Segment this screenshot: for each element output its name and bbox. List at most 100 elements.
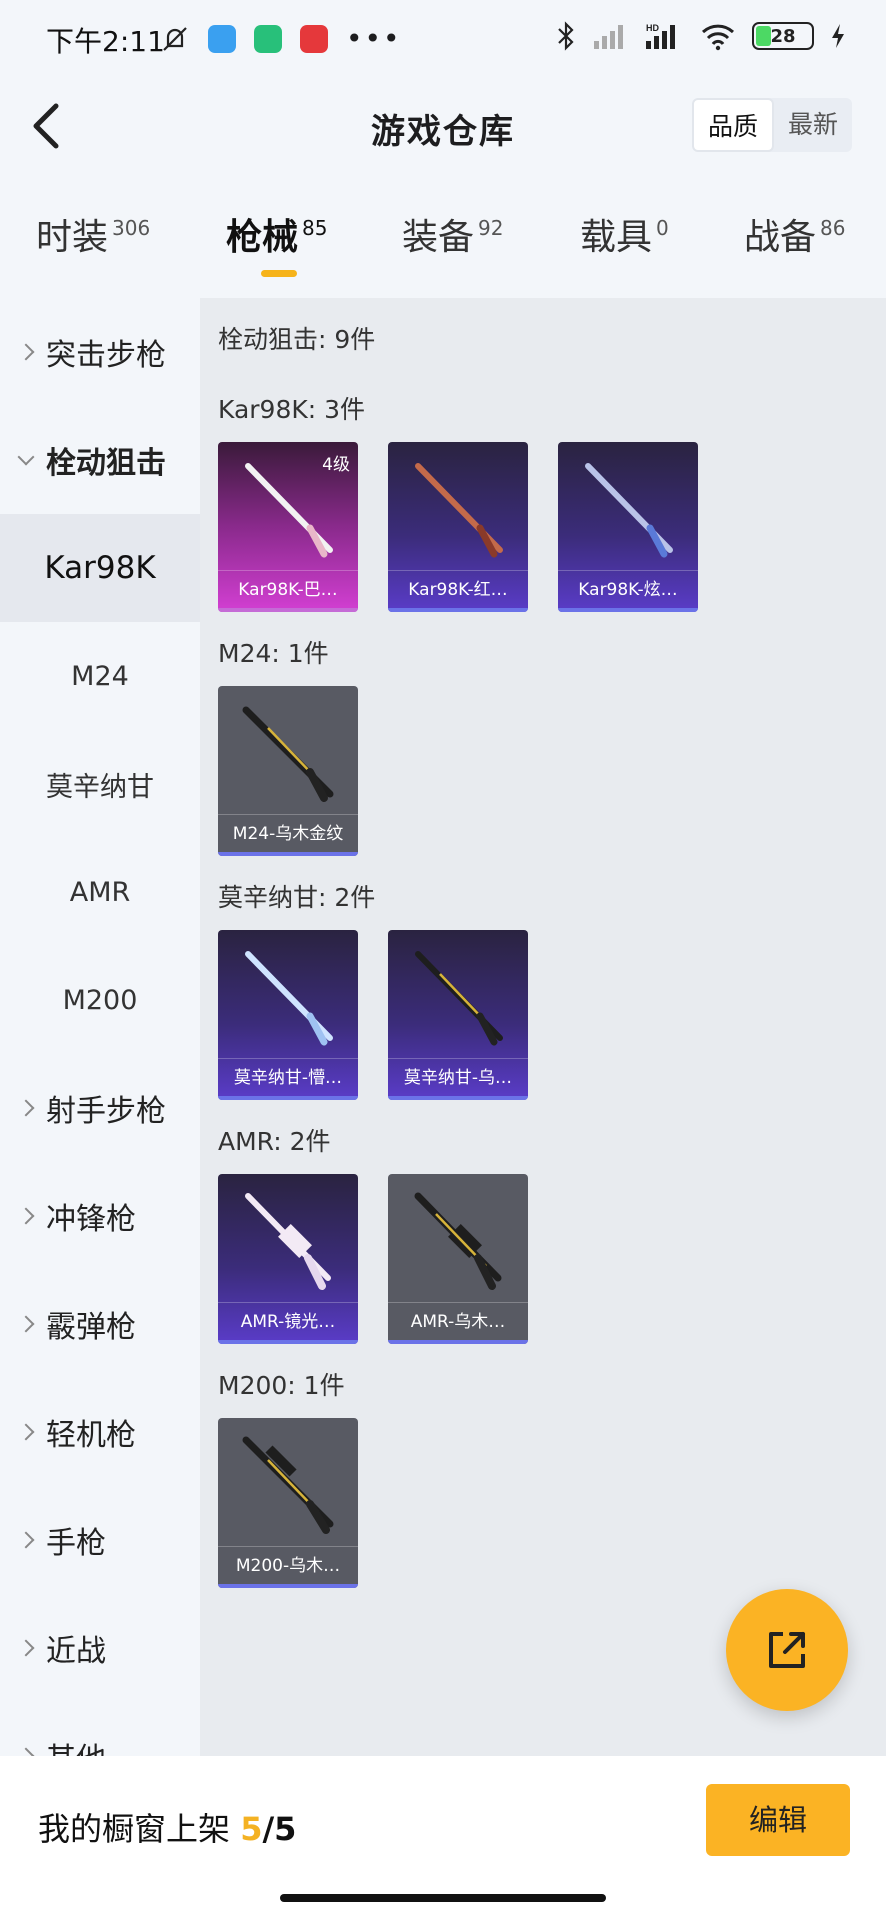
rarity-bar xyxy=(558,608,698,612)
sidebar-subitem-amr[interactable]: AMR xyxy=(0,838,200,946)
share-out-icon xyxy=(769,1632,805,1668)
bluetooth-icon xyxy=(558,21,574,51)
weapon-card[interactable]: AMR-镜光… xyxy=(218,1174,358,1344)
rarity-bar xyxy=(218,1340,358,1344)
more-dots-icon: ••• xyxy=(346,22,402,55)
share-button[interactable] xyxy=(726,1589,848,1711)
chevron-right-icon xyxy=(17,1747,35,1756)
wifi-icon xyxy=(701,24,735,51)
weapon-card[interactable]: 莫辛纳甘-懵… xyxy=(218,930,358,1100)
status-bar: 下午2:11 ••• HD 28 xyxy=(0,0,886,78)
page-header: 游戏仓库 品质 最新 xyxy=(0,78,886,174)
weapon-card[interactable]: M200-乌木… xyxy=(218,1418,358,1588)
level-badge: 4级 xyxy=(322,455,350,475)
tab-label: 战备 xyxy=(744,217,817,258)
rifle-icon xyxy=(414,1192,502,1290)
weapon-card[interactable]: AMR-乌木… xyxy=(388,1174,528,1344)
bottom-bar: 我的橱窗上架 5/5 编辑 xyxy=(0,1756,886,1920)
weapon-grid: 栓动狙击: 9件 Kar98K: 3件 4级 Kar98K-巴… Kar98K-… xyxy=(200,298,886,1756)
security-app-icon xyxy=(254,24,282,53)
sidebar-subitem-m200[interactable]: M200 xyxy=(0,946,200,1054)
sidebar-item-shotgun[interactable]: 霰弹枪 xyxy=(0,1270,200,1378)
sidebar-item-label: 射手步枪 xyxy=(46,1094,166,1129)
sidebar-item-label: 手枪 xyxy=(46,1526,106,1561)
chevron-right-icon xyxy=(17,1207,35,1225)
chevron-right-icon xyxy=(17,1639,35,1657)
tab-count: 306 xyxy=(112,216,151,240)
sidebar-item-assault-rifle[interactable]: 突击步枪 xyxy=(0,298,200,406)
status-notification-icons: ••• xyxy=(160,22,402,55)
weapon-name: M24-乌木金纹 xyxy=(218,814,358,852)
tab-count: 85 xyxy=(302,216,328,240)
group-title-kar98k: Kar98K: 3件 xyxy=(218,395,366,424)
rarity-bar xyxy=(218,1096,358,1100)
signal-icon xyxy=(594,25,623,49)
rarity-bar xyxy=(388,1096,528,1100)
sidebar-subitem-mosin[interactable]: 莫辛纳甘 xyxy=(0,730,200,838)
chevron-right-icon xyxy=(17,1315,35,1333)
weapon-card[interactable]: Kar98K-炫… xyxy=(558,442,698,612)
tab-equipment[interactable]: 装备 92 xyxy=(402,208,503,260)
rifle-icon xyxy=(585,463,673,558)
sidebar-subitem-kar98k[interactable]: Kar98K xyxy=(0,514,200,622)
home-indicator[interactable] xyxy=(280,1894,606,1902)
tab-label: 枪械 xyxy=(226,217,299,258)
rarity-bar xyxy=(218,1584,358,1588)
showcase-label: 我的橱窗上架 xyxy=(38,1810,231,1848)
status-system-icons: HD 28 xyxy=(556,20,846,52)
rifle-icon xyxy=(245,1193,331,1290)
weapon-name: AMR-乌木… xyxy=(388,1302,528,1340)
sidebar-item-melee[interactable]: 近战 xyxy=(0,1594,200,1702)
category-total: 栓动狙击: 9件 xyxy=(218,325,376,354)
tab-vehicles[interactable]: 载具 0 xyxy=(580,208,669,260)
sort-toggle: 品质 最新 xyxy=(691,98,852,152)
rifle-icon xyxy=(242,1436,334,1534)
rifle-icon xyxy=(245,951,333,1046)
weapon-card[interactable]: 4级 Kar98K-巴… xyxy=(218,442,358,612)
sidebar-item-marksman-rifle[interactable]: 射手步枪 xyxy=(0,1054,200,1162)
group-title-mosin: 莫辛纳甘: 2件 xyxy=(218,883,376,912)
charging-icon xyxy=(832,24,844,48)
wallet-app-icon xyxy=(208,24,236,53)
svg-text:HD: HD xyxy=(646,23,659,33)
sidebar-item-label: 轻机枪 xyxy=(46,1418,136,1453)
weapon-name: AMR-镜光… xyxy=(218,1302,358,1340)
sort-by-quality[interactable]: 品质 xyxy=(691,98,774,152)
showcase-status: 我的橱窗上架 5/5 xyxy=(38,1804,296,1850)
sort-by-latest[interactable]: 最新 xyxy=(774,98,852,152)
rifle-icon xyxy=(415,463,503,558)
rarity-bar xyxy=(388,608,528,612)
sidebar-item-smg[interactable]: 冲锋枪 xyxy=(0,1162,200,1270)
sidebar-item-label: AMR xyxy=(69,876,131,908)
tab-label: 时装 xyxy=(36,217,109,258)
sidebar-item-other[interactable]: 其他 xyxy=(0,1702,200,1756)
rarity-bar xyxy=(388,1340,528,1344)
tab-guns[interactable]: 枪械 85 xyxy=(226,208,327,260)
sidebar-item-label: 霰弹枪 xyxy=(46,1310,136,1345)
mute-icon xyxy=(163,26,187,51)
sidebar-item-pistol[interactable]: 手枪 xyxy=(0,1486,200,1594)
tab-outfits[interactable]: 时装 306 xyxy=(36,208,150,260)
sidebar-subitem-m24[interactable]: M24 xyxy=(0,622,200,730)
sidebar-item-lmg[interactable]: 轻机枪 xyxy=(0,1378,200,1486)
chevron-down-icon xyxy=(17,448,35,466)
rarity-bar xyxy=(218,608,358,612)
chevron-right-icon xyxy=(17,343,35,361)
group-title-m200: M200: 1件 xyxy=(218,1371,345,1400)
battery-icon: 28 xyxy=(752,22,814,50)
sidebar-item-bolt-sniper[interactable]: 栓动狙击 xyxy=(0,406,200,514)
battery-level: 28 xyxy=(770,25,796,47)
weapon-name: Kar98K-巴… xyxy=(218,570,358,608)
weapon-card[interactable]: Kar98K-红… xyxy=(388,442,528,612)
news-app-icon xyxy=(300,24,328,53)
sidebar-item-label: 近战 xyxy=(46,1634,106,1669)
showcase-total-count: /5 xyxy=(262,1810,297,1848)
tab-supplies[interactable]: 战备 86 xyxy=(744,208,845,260)
weapon-card[interactable]: M24-乌木金纹 xyxy=(218,686,358,856)
edit-button[interactable]: 编辑 xyxy=(706,1784,850,1856)
weapon-name: 莫辛纳甘-乌… xyxy=(388,1058,528,1096)
weapon-type-sidebar: 突击步枪 栓动狙击 Kar98K M24 莫辛纳甘 AMR M200 射手步枪 … xyxy=(0,298,200,1756)
weapon-card[interactable]: 莫辛纳甘-乌… xyxy=(388,930,528,1100)
category-tabs: 时装 306 枪械 85 装备 92 载具 0 战备 86 xyxy=(0,208,886,280)
sidebar-item-label: 冲锋枪 xyxy=(46,1202,136,1237)
